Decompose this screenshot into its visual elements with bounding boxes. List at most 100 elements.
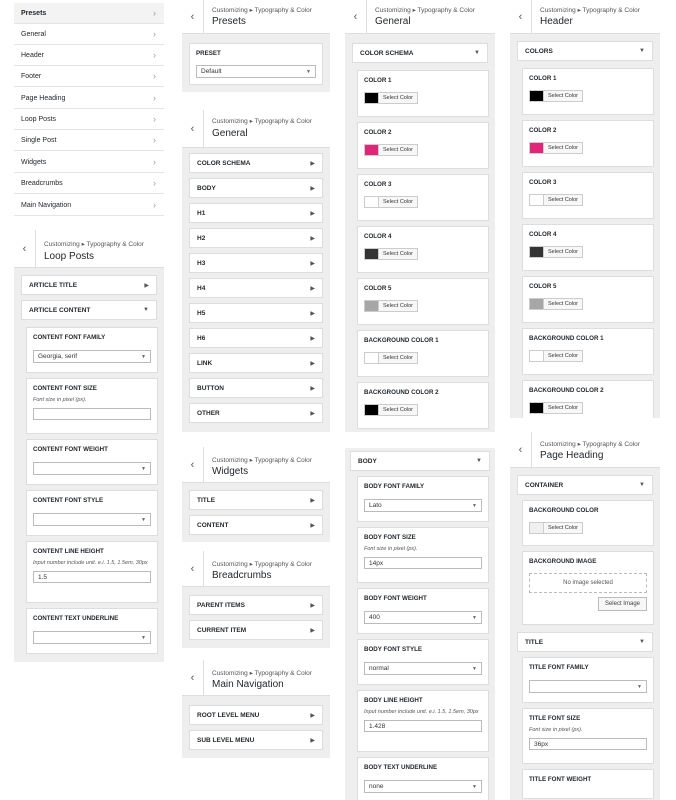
menu-item-widgets[interactable]: Widgets › xyxy=(14,152,164,173)
back-arrow-icon[interactable]: ‹ xyxy=(510,0,532,34)
section-content[interactable]: CONTENT ▶ xyxy=(189,515,323,535)
back-arrow-icon[interactable]: ‹ xyxy=(182,0,204,34)
color-picker-button[interactable]: Select Color xyxy=(364,144,418,156)
caret-right-icon: ▶ xyxy=(310,210,315,217)
menu-item-general[interactable]: General › xyxy=(14,24,164,45)
section-article-title[interactable]: ARTICLE TITLE ▶ xyxy=(21,275,157,295)
panel-title: Page Heading xyxy=(540,450,604,461)
caret-down-icon: ▼ xyxy=(639,482,645,488)
section-h6[interactable]: H6 ▶ xyxy=(189,328,323,348)
content-font-size-input[interactable] xyxy=(33,408,151,421)
caret-down-icon: ▼ xyxy=(476,458,482,464)
body-font-weight-control: BODY FONT WEIGHT 400 ▼ xyxy=(357,588,489,634)
content-font-style-select[interactable]: ▼ xyxy=(33,513,151,526)
section-h4[interactable]: H4 ▶ xyxy=(189,278,323,298)
color-picker-button[interactable]: Select Color xyxy=(364,92,418,104)
preset-select[interactable]: Default ▼ xyxy=(196,65,316,78)
menu-item-header[interactable]: Header › xyxy=(14,45,164,66)
content-font-family-select[interactable]: Georgia, serif ▼ xyxy=(33,350,151,363)
back-arrow-icon[interactable]: ‹ xyxy=(345,0,367,34)
color-picker-button[interactable]: Select Color xyxy=(529,194,583,206)
section-link[interactable]: LINK ▶ xyxy=(189,353,323,373)
title-font-family-select[interactable]: ▼ xyxy=(529,680,647,693)
dropdown-arrow-icon: ▼ xyxy=(141,634,146,641)
menu-item-main-navigation[interactable]: Main Navigation › xyxy=(14,195,164,216)
back-arrow-icon[interactable]: ‹ xyxy=(14,230,36,268)
color-swatch xyxy=(365,405,379,415)
section-button[interactable]: BUTTON ▶ xyxy=(189,378,323,398)
chevron-right-icon: › xyxy=(153,29,156,39)
dropdown-arrow-icon: ▼ xyxy=(472,783,477,790)
section-root-level-menu[interactable]: ROOT LEVEL MENU ▶ xyxy=(189,705,323,725)
select-image-button[interactable]: Select Image xyxy=(597,597,647,611)
section-h5[interactable]: H5 ▶ xyxy=(189,303,323,323)
caret-right-icon: ▶ xyxy=(310,360,315,367)
caret-right-icon: ▶ xyxy=(310,185,315,192)
back-arrow-icon[interactable]: ‹ xyxy=(510,432,532,468)
menu-item-footer[interactable]: Footer › xyxy=(14,66,164,87)
breadcrumb: Customizing ▸ Typography & Color xyxy=(540,441,640,448)
color-picker-button[interactable]: Select Color xyxy=(364,300,418,312)
body-text-underline-select[interactable]: none ▼ xyxy=(364,780,482,793)
menu-item-presets[interactable]: Presets › xyxy=(14,3,164,24)
section-other[interactable]: OTHER ▶ xyxy=(189,403,323,423)
color-picker-button[interactable]: Select Color xyxy=(364,248,418,260)
caret-right-icon: ▶ xyxy=(310,335,315,342)
section-article-content[interactable]: ARTICLE CONTENT ▼ xyxy=(21,300,157,320)
section-parent-items[interactable]: PARENT ITEMS ▶ xyxy=(189,595,323,615)
body-font-family-select[interactable]: Lato ▼ xyxy=(364,499,482,512)
color-picker-button[interactable]: Select Color xyxy=(529,350,583,362)
back-arrow-icon[interactable]: ‹ xyxy=(182,447,204,483)
content-line-height-input[interactable]: 1.5 xyxy=(33,571,151,584)
section-container[interactable]: CONTAINER ▼ xyxy=(517,475,653,495)
section-title[interactable]: TITLE ▶ xyxy=(189,490,323,510)
color-picker-button[interactable]: Select Color xyxy=(529,142,583,154)
section-title[interactable]: TITLE ▼ xyxy=(517,632,653,652)
content-font-weight-select[interactable]: ▼ xyxy=(33,462,151,475)
section-color-schema[interactable]: COLOR SCHEMA ▼ xyxy=(352,43,488,63)
panel-header: ‹ Customizing ▸ Typography & Color Loop … xyxy=(14,230,164,268)
color-swatch xyxy=(530,195,544,205)
menu-item-loop-posts[interactable]: Loop Posts › xyxy=(14,109,164,130)
body-font-weight-select[interactable]: 400 ▼ xyxy=(364,611,482,624)
color-swatch xyxy=(365,353,379,363)
color-picker-button[interactable]: Select Color xyxy=(529,298,583,310)
section-sub-level-menu[interactable]: SUB LEVEL MENU ▶ xyxy=(189,730,323,750)
section-h2[interactable]: H2 ▶ xyxy=(189,228,323,248)
color-swatch xyxy=(530,351,544,361)
panel-title: General xyxy=(212,128,248,139)
back-arrow-icon[interactable]: ‹ xyxy=(182,110,204,148)
menu-item-breadcrumbs[interactable]: Breadcrumbs › xyxy=(14,173,164,194)
title-font-size-input[interactable]: 36px xyxy=(529,738,647,751)
breadcrumbs-panel: ‹ Customizing ▸ Typography & Color Bread… xyxy=(182,551,330,648)
section-body[interactable]: BODY ▼ xyxy=(350,451,490,471)
caret-down-icon: ▼ xyxy=(474,50,480,56)
section-h1[interactable]: H1 ▶ xyxy=(189,203,323,223)
color-control: COLOR 5 Select Color xyxy=(522,276,654,323)
menu-item-single-post[interactable]: Single Post › xyxy=(14,130,164,151)
content-text-underline-select[interactable]: ▼ xyxy=(33,631,151,644)
section-body[interactable]: BODY ▶ xyxy=(189,178,323,198)
color-picker-button[interactable]: Select Color xyxy=(364,196,418,208)
color-picker-button[interactable]: Select Color xyxy=(529,90,583,102)
panel-title: General xyxy=(375,16,411,27)
section-h3[interactable]: H3 ▶ xyxy=(189,253,323,273)
body-font-style-select[interactable]: normal ▼ xyxy=(364,662,482,675)
section-color-schema[interactable]: COLOR SCHEMA ▶ xyxy=(189,153,323,173)
color-swatch xyxy=(530,523,544,533)
panel-header: ‹ Customizing ▸ Typography & Color Main … xyxy=(182,660,330,696)
color-picker-button[interactable]: Select Color xyxy=(364,352,418,364)
color-picker-button[interactable]: Select Color xyxy=(529,246,583,258)
back-arrow-icon[interactable]: ‹ xyxy=(182,551,204,587)
color-swatch xyxy=(365,249,379,259)
section-current-item[interactable]: CURRENT ITEM ▶ xyxy=(189,620,323,640)
body-line-height-input[interactable]: 1.428 xyxy=(364,720,482,733)
menu-item-page-heading[interactable]: Page Heading › xyxy=(14,88,164,109)
section-colors[interactable]: COLORS ▼ xyxy=(517,41,653,61)
body-font-size-input[interactable]: 14px xyxy=(364,557,482,570)
color-picker-button[interactable]: Select Color xyxy=(529,402,583,414)
background-color-picker[interactable]: Select Color xyxy=(529,522,583,534)
color-schema-panel: ‹ Customizing ▸ Typography & Color Gener… xyxy=(345,0,495,432)
back-arrow-icon[interactable]: ‹ xyxy=(182,660,204,696)
color-picker-button[interactable]: Select Color xyxy=(364,404,418,416)
